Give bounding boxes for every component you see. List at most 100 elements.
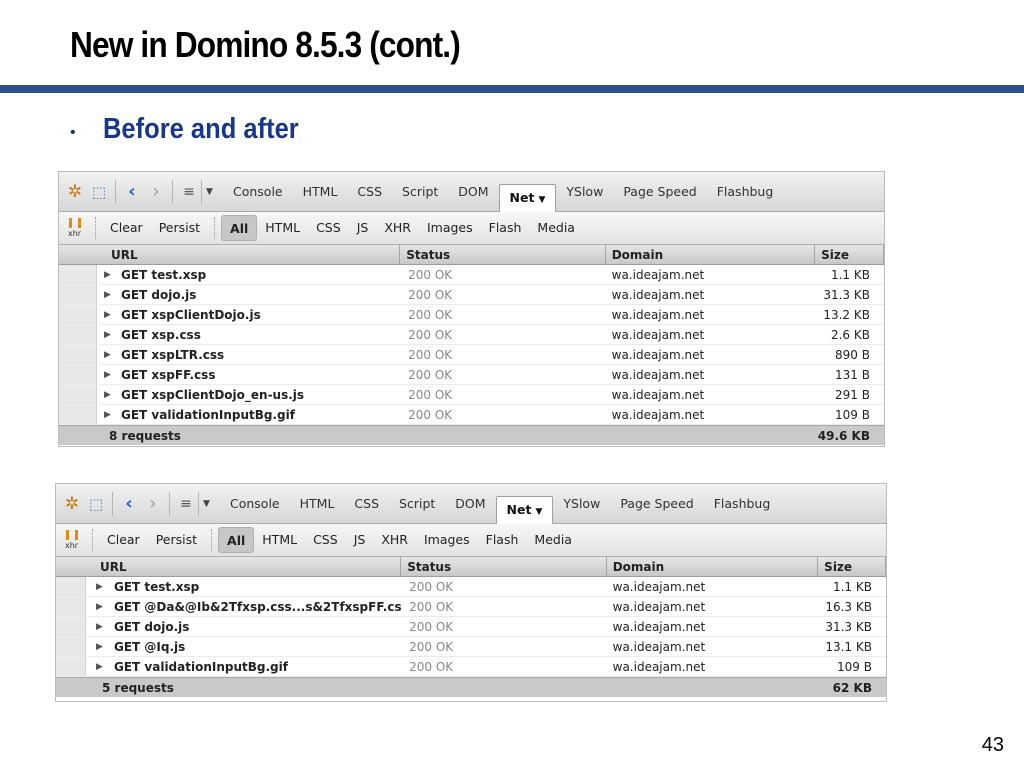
list-icon[interactable]: ≡ [177,180,201,204]
tab-yslow[interactable]: YSlow [556,179,613,205]
forward-icon[interactable]: › [144,180,168,204]
filter-xhr[interactable]: XHR [373,527,416,553]
table-row[interactable]: ▶ GET dojo.js 200 OK wa.ideajam.net 31.3 KB [59,285,884,305]
request-url: GET dojo.js [121,288,197,302]
expand-arrow-icon[interactable]: ▶ [104,305,111,324]
tab-script[interactable]: Script [389,491,445,517]
table-row[interactable]: ▶ GET xspFF.css 200 OK wa.ideajam.net 131 B [59,365,884,385]
forward-icon[interactable]: › [141,492,165,516]
back-icon[interactable]: ‹ [117,492,141,516]
table-row[interactable]: ▶ GET dojo.js 200 OK wa.ideajam.net 31.3 KB [56,617,886,637]
filter-css[interactable]: CSS [305,527,346,553]
back-icon[interactable]: ‹ [120,180,144,204]
xhr-toggle-icon[interactable]: xhr [60,527,86,553]
table-row[interactable]: ▶ GET xspClientDojo_en-us.js 200 OK wa.idea… [59,385,884,405]
inspect-element-icon[interactable]: ⬚ [87,180,111,204]
tab-console[interactable]: Console [220,491,290,517]
expand-arrow-icon[interactable]: ▶ [104,265,111,284]
expand-arrow-icon[interactable]: ▶ [104,365,111,384]
filter-clear[interactable]: Clear [102,215,151,241]
column-header-size[interactable]: Size [818,557,886,576]
expand-arrow-icon[interactable]: ▶ [104,345,111,364]
firebug-bug-icon[interactable]: ✲ [60,492,84,516]
filter-js[interactable]: JS [349,215,377,241]
row-gutter [59,385,97,404]
tab-dom[interactable]: DOM [445,491,495,517]
table-row[interactable]: ▶ GET @Iq.js 200 OK wa.ideajam.net 13.1 KB [56,637,886,657]
filter-flash[interactable]: Flash [481,215,530,241]
filter-css[interactable]: CSS [308,215,349,241]
filter-media[interactable]: Media [529,215,583,241]
tab-css[interactable]: CSS [347,179,392,205]
expand-arrow-icon[interactable]: ▶ [104,385,111,404]
tab-console[interactable]: Console [223,179,293,205]
inspect-element-icon[interactable]: ⬚ [84,492,108,516]
tab-page-speed[interactable]: Page Speed [610,491,703,517]
total-size: 49.6 KB [817,429,870,443]
filter-images[interactable]: Images [416,527,478,553]
column-header-size[interactable]: Size [815,245,884,264]
dropdown-icon[interactable]: ▼ [198,491,214,516]
expand-arrow-icon[interactable]: ▶ [96,657,103,676]
filter-all[interactable]: All [218,527,255,553]
xhr-toggle-icon[interactable]: xhr [63,215,89,241]
expand-arrow-icon[interactable]: ▶ [96,617,103,636]
tab-flashbug[interactable]: Flashbug [704,491,781,517]
firebug-bug-icon[interactable]: ✲ [63,180,87,204]
expand-arrow-icon[interactable]: ▶ [96,577,103,596]
table-row[interactable]: ▶ GET validationInputBg.gif 200 OK wa.ideaj… [59,405,884,425]
filter-html[interactable]: HTML [254,527,305,553]
expand-arrow-icon[interactable]: ▶ [104,405,111,424]
row-gutter [59,325,97,344]
firebug-net-panel-after: ✲ ⬚ ‹ › ≡ ▼ Console HTML CSS Script DOM Net ▼ YSlow Pa… [55,483,887,702]
filter-clear[interactable]: Clear [99,527,148,553]
column-header-url[interactable]: URL [56,557,402,576]
tab-label: YSlow [566,183,604,199]
tab-html[interactable]: HTML [293,179,348,205]
column-header-url[interactable]: URL [59,245,401,264]
table-row[interactable]: ▶ GET test.xsp 200 OK wa.ideajam.net 1.1 KB [56,577,886,597]
column-header-status[interactable]: Status [401,557,607,576]
chevron-down-icon[interactable]: ▼ [535,507,542,517]
expand-arrow-icon[interactable]: ▶ [104,325,111,344]
table-row[interactable]: ▶ GET test.xsp 200 OK wa.ideajam.net 1.1 KB [59,265,884,285]
filter-persist[interactable]: Persist [151,215,208,241]
expand-arrow-icon[interactable]: ▶ [96,597,103,616]
tab-flashbug[interactable]: Flashbug [707,179,784,205]
filter-persist[interactable]: Persist [148,527,205,553]
tab-page-speed[interactable]: Page Speed [613,179,706,205]
filter-images[interactable]: Images [419,215,481,241]
column-header-domain[interactable]: Domain [606,245,816,264]
filter-flash[interactable]: Flash [478,527,527,553]
table-row[interactable]: ▶ GET @Da&@Ib&2Tfxsp.css...s&2TfxspFF.css… [56,597,886,617]
tab-script[interactable]: Script [392,179,448,205]
expand-arrow-icon[interactable]: ▶ [96,637,103,656]
filter-js[interactable]: JS [346,527,374,553]
tab-net[interactable]: Net ▼ [498,183,557,212]
status-cell: 200 OK [408,408,453,422]
dropdown-icon[interactable]: ▼ [201,179,217,204]
list-icon[interactable]: ≡ [174,492,198,516]
tab-html[interactable]: HTML [290,491,345,517]
url-cell: ▶ GET dojo.js [56,617,401,636]
tab-yslow[interactable]: YSlow [553,491,610,517]
tab-label: Net [506,501,532,517]
expand-arrow-icon[interactable]: ▶ [104,285,111,304]
table-row[interactable]: ▶ GET xsp.css 200 OK wa.ideajam.net 2.6 KB [59,325,884,345]
table-row[interactable]: ▶ GET validationInputBg.gif 200 OK wa.ideaj… [56,657,886,677]
row-gutter [59,285,97,304]
filter-xhr[interactable]: XHR [376,215,419,241]
filter-html[interactable]: HTML [257,215,308,241]
table-row[interactable]: ▶ GET xspLTR.css 200 OK wa.ideajam.net 890 B [59,345,884,365]
chevron-down-icon[interactable]: ▼ [538,195,545,205]
filter-media[interactable]: Media [526,527,580,553]
column-header-domain[interactable]: Domain [607,557,819,576]
tab-net[interactable]: Net ▼ [495,495,554,524]
tab-dom[interactable]: DOM [448,179,498,205]
url-cell: ▶ GET validationInputBg.gif [56,657,401,676]
column-header-status[interactable]: Status [400,245,606,264]
tab-css[interactable]: CSS [344,491,389,517]
table-row[interactable]: ▶ GET xspClientDojo.js 200 OK wa.ideajam.ne… [59,305,884,325]
request-url: GET validationInputBg.gif [121,408,295,422]
filter-all[interactable]: All [221,215,258,241]
